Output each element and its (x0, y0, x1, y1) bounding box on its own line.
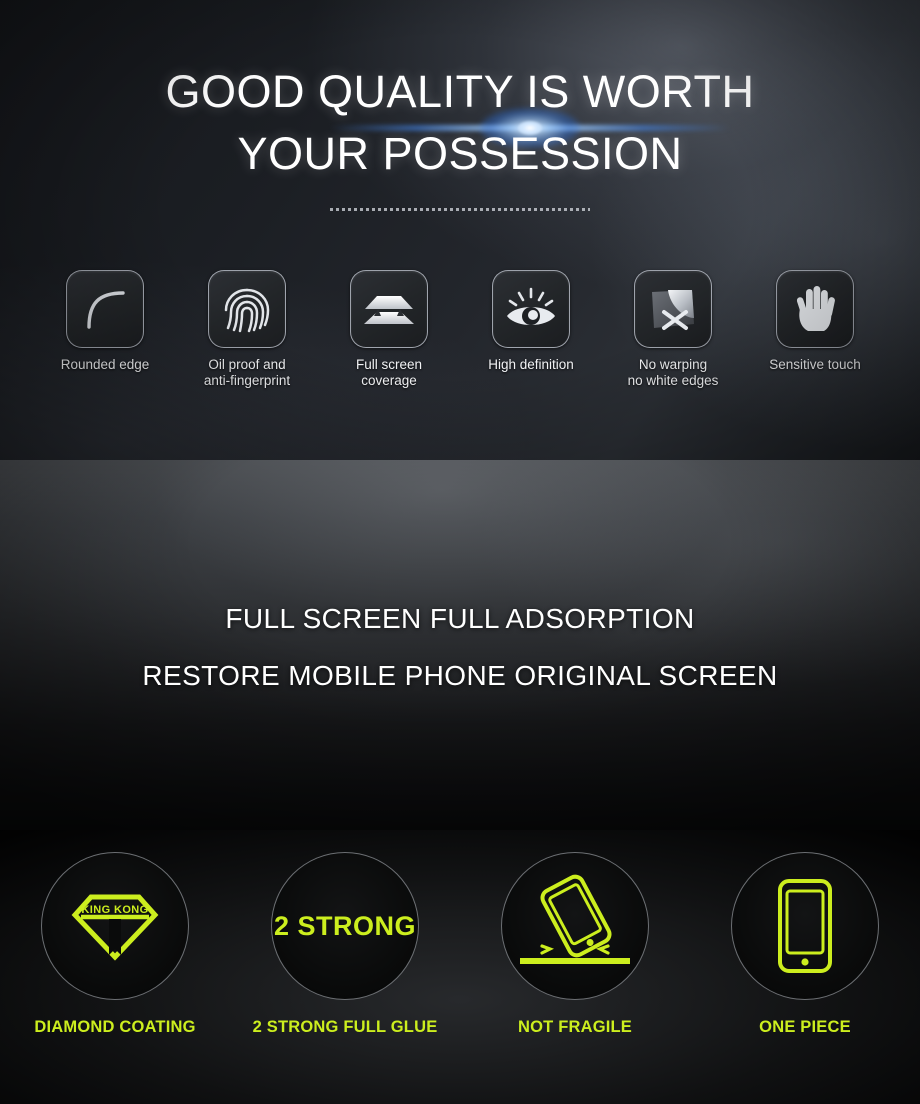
diamond-badge-text: KING KONG (81, 904, 148, 916)
one-piece-phone-icon (774, 877, 836, 975)
feature-label: Rounded edge (60, 357, 150, 372)
fingerprint-icon (220, 282, 274, 336)
feature-full-coverage: Full screen coverage (330, 270, 448, 388)
mid-banner-section: FULL SCREEN FULL ADSORPTION RESTORE MOBI… (0, 460, 920, 830)
eye-icon (503, 285, 559, 333)
benefit-circle (731, 852, 879, 1000)
feature-icon-box (350, 270, 428, 348)
benefit-label: DIAMOND COATING (34, 1018, 196, 1036)
hero-title-line-2: YOUR POSSESSION (237, 128, 683, 179)
dotted-divider (330, 208, 590, 211)
feature-high-definition: High definition (472, 270, 590, 373)
feature-label: Full screen coverage (355, 357, 423, 388)
feature-label: High definition (488, 357, 574, 372)
benefit-circle: KING KONG (41, 852, 189, 1000)
feature-label: Sensitive touch (769, 357, 861, 372)
feature-sensitive-touch: Sensitive touch (756, 270, 874, 373)
rounded-edge-icon (79, 283, 131, 335)
benefit-not-fragile: NOT FRAGILE (480, 852, 670, 1037)
feature-icon-box (492, 270, 570, 348)
feature-no-warping: No warping no white edges (614, 270, 732, 388)
benefit-one-piece: ONE PIECE (710, 852, 900, 1037)
feature-rounded-edge: Rounded edge (46, 270, 164, 373)
diamond-king-kong-icon: KING KONG (69, 889, 161, 963)
drop-phone-icon (514, 870, 636, 982)
benefit-diamond-coating: KING KONG DIAMOND COATING (20, 852, 210, 1037)
hero-title-line-1: GOOD QUALITY IS WORTH (165, 66, 755, 117)
mid-headline-line-2: RESTORE MOBILE PHONE ORIGINAL SCREEN (142, 660, 778, 691)
full-coverage-icon (361, 286, 417, 332)
benefit-label: NOT FRAGILE (517, 1018, 633, 1036)
feature-icon-box (776, 270, 854, 348)
benefit-two-strong-full-glue: 2 STRONG 2 STRONG FULL GLUE (250, 852, 440, 1037)
benefit-label: ONE PIECE (759, 1018, 851, 1036)
benefit-circle-row: KING KONG DIAMOND COATING 2 STRONG 2 STR… (0, 852, 920, 1037)
feature-icon-box (208, 270, 286, 348)
no-warping-icon (646, 284, 700, 334)
mid-headline-line-1: FULL SCREEN FULL ADSORPTION (225, 603, 695, 634)
feature-label: No warping no white edges (627, 357, 719, 388)
feature-label: Oil proof and anti-fingerprint (203, 357, 291, 388)
benefit-label: 2 STRONG FULL GLUE (252, 1018, 438, 1036)
two-strong-text-icon: 2 STRONG (273, 910, 417, 941)
bottom-benefits-section: KING KONG DIAMOND COATING 2 STRONG 2 STR… (0, 830, 920, 1104)
feature-anti-fingerprint: Oil proof and anti-fingerprint (188, 270, 306, 388)
feature-icon-box (66, 270, 144, 348)
feature-icon-row: Rounded edge Oil proof and anti-fingerpr… (0, 270, 920, 388)
hand-icon (791, 283, 839, 335)
benefit-circle: 2 STRONG (271, 852, 419, 1000)
hero-section: GOOD QUALITY IS WORTH YOUR POSSESSION Ro… (0, 0, 920, 460)
mid-vignette (0, 460, 920, 830)
feature-icon-box (634, 270, 712, 348)
benefit-circle (501, 852, 649, 1000)
